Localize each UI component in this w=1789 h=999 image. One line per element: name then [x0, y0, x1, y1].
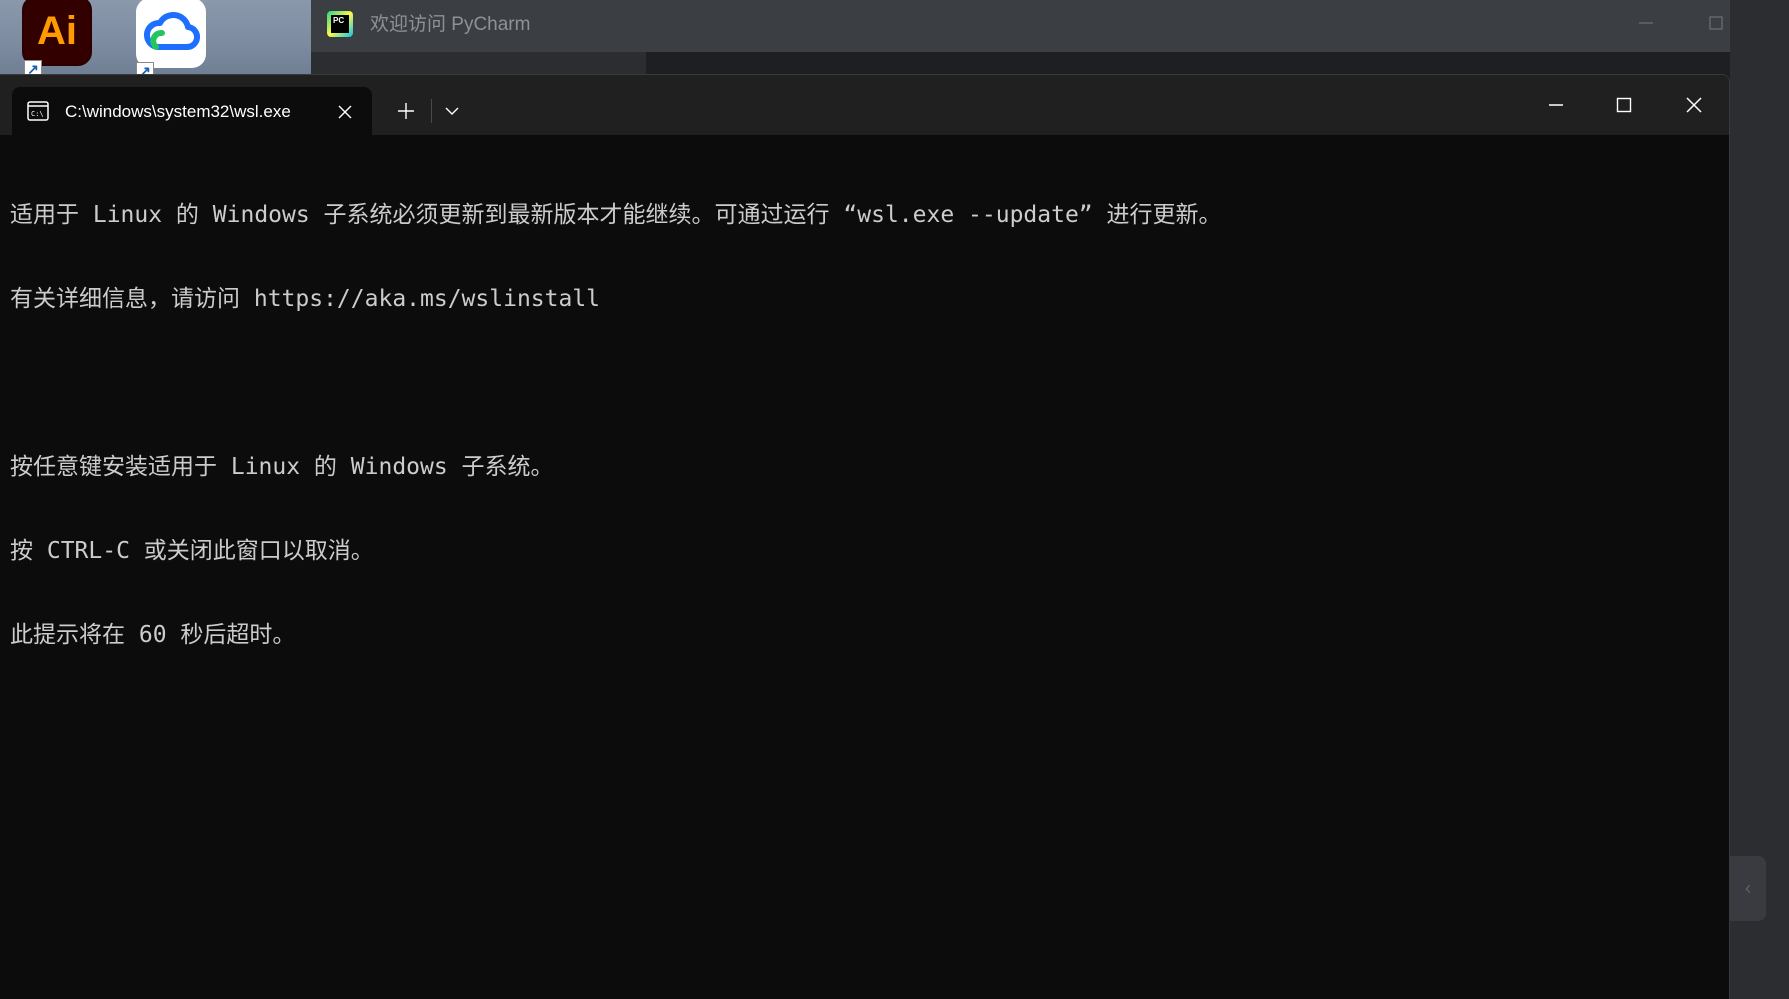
- terminal-titlebar[interactable]: C:\ C:\windows\system32\wsl.exe: [0, 75, 1729, 135]
- terminal-line: 按 CTRL-C 或关闭此窗口以取消。: [10, 538, 374, 564]
- maximize-icon: [1616, 97, 1632, 113]
- terminal-line: 此提示将在 60 秒后超时。: [10, 622, 296, 648]
- minimize-icon: [1549, 104, 1563, 106]
- pycharm-window-title: 欢迎访问 PyCharm: [370, 14, 531, 35]
- cloud-app-desktop-icon[interactable]: ↗: [136, 0, 206, 80]
- tab-separator: [431, 99, 432, 123]
- terminal-line: 按任意键安装适用于 Linux 的 Windows 子系统。: [10, 454, 554, 480]
- cmd-icon: C:\: [27, 101, 49, 121]
- minimize-icon: [1639, 22, 1653, 24]
- desktop-area: Ai ↗ ↗: [0, 0, 311, 80]
- pycharm-collapse-icon[interactable]: ‹: [1730, 856, 1766, 921]
- terminal-minimize-button[interactable]: [1522, 75, 1590, 135]
- pycharm-sidebar: [311, 52, 646, 76]
- terminal-output[interactable]: 适用于 Linux 的 Windows 子系统必须更新到最新版本才能继续。可通过…: [10, 145, 1710, 705]
- illustrator-desktop-icon[interactable]: Ai ↗: [22, 0, 92, 78]
- pycharm-logo-icon: PC: [327, 11, 353, 37]
- svg-text:C:\: C:\: [31, 110, 44, 118]
- terminal-window: C:\ C:\windows\system32\wsl.exe 适用于 Linu…: [0, 74, 1730, 999]
- terminal-tab[interactable]: C:\ C:\windows\system32\wsl.exe: [12, 87, 372, 135]
- chevron-down-icon: [445, 107, 459, 115]
- tab-dropdown-button[interactable]: [434, 93, 470, 129]
- pycharm-logo-text: PC: [331, 15, 349, 33]
- close-icon: [1686, 97, 1702, 113]
- terminal-close-button[interactable]: [1660, 75, 1728, 135]
- tab-title: C:\windows\system32\wsl.exe: [65, 102, 291, 121]
- terminal-line: 适用于 Linux 的 Windows 子系统必须更新到最新版本才能继续。可通过…: [10, 202, 1222, 228]
- close-icon: [338, 105, 352, 119]
- pycharm-titlebar: PC 欢迎访问 PyCharm: [311, 0, 1789, 52]
- cloud-icon: [144, 11, 200, 51]
- new-tab-button[interactable]: [388, 93, 424, 129]
- illustrator-icon-label: Ai: [37, 8, 77, 53]
- terminal-maximize-button[interactable]: [1590, 75, 1658, 135]
- terminal-line: 有关详细信息，请访问 https://aka.ms/wslinstall: [10, 286, 601, 312]
- plus-icon: [398, 103, 414, 119]
- pycharm-minimize-button[interactable]: [1611, 0, 1681, 46]
- tab-close-button[interactable]: [334, 101, 356, 123]
- pycharm-right-edge: [1730, 0, 1789, 999]
